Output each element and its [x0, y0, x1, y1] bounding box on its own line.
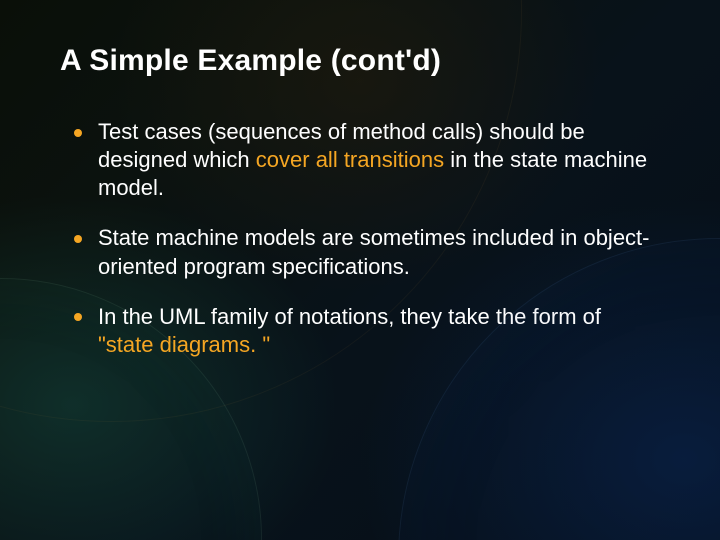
slide: A Simple Example (cont'd) Test cases (se…: [0, 0, 720, 540]
bullet-text-pre: In the UML family of notations, they tak…: [98, 304, 601, 329]
bullet-item: In the UML family of notations, they tak…: [70, 303, 660, 359]
bullet-text-pre: State machine models are sometimes inclu…: [98, 225, 650, 278]
slide-title: A Simple Example (cont'd): [60, 44, 660, 78]
bullet-item: State machine models are sometimes inclu…: [70, 224, 660, 280]
bullet-text-highlight: cover all transitions: [256, 147, 444, 172]
bullet-text-highlight: "state diagrams. ": [98, 332, 270, 357]
bullet-list: Test cases (sequences of method calls) s…: [60, 118, 660, 359]
bullet-item: Test cases (sequences of method calls) s…: [70, 118, 660, 202]
